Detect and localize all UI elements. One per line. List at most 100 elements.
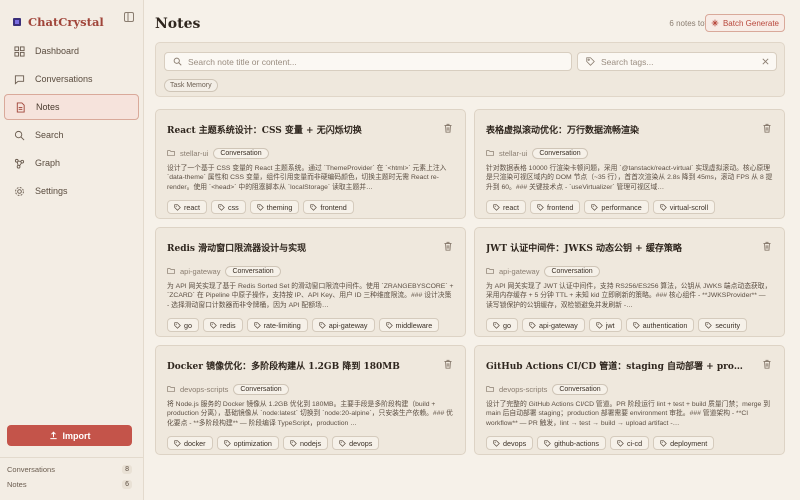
tag-label: docker — [184, 438, 206, 448]
note-tag[interactable]: rate-limiting — [246, 318, 308, 332]
note-meta: devops-scripts Conversation — [486, 383, 773, 395]
tag-label: optimization — [233, 438, 272, 448]
note-source: devops-scripts — [499, 384, 548, 394]
trash-icon[interactable] — [443, 359, 453, 369]
search-icon — [173, 57, 182, 66]
sidebar-item-settings[interactable]: Settings — [4, 178, 139, 204]
note-tag[interactable]: go — [486, 318, 518, 332]
tag-icon — [253, 321, 261, 329]
note-tag[interactable]: devops — [486, 436, 534, 450]
page-title: Notes — [155, 16, 201, 32]
note-tag[interactable]: middleware — [378, 318, 440, 332]
sidebar-stats: Conversations 8 Notes 6 — [0, 457, 144, 492]
sidebar-item-dashboard[interactable]: Dashboard — [4, 38, 139, 64]
note-tag[interactable]: github-actions — [537, 436, 606, 450]
trash-icon[interactable] — [762, 359, 772, 369]
tag-icon — [537, 203, 544, 211]
sidebar-item-graph[interactable]: Graph — [4, 150, 139, 176]
tag-icon — [660, 439, 667, 447]
tag-label: devops — [349, 438, 373, 448]
app-brand[interactable]: ChatCrystal — [0, 0, 143, 34]
note-tag[interactable]: frontend — [529, 200, 581, 214]
note-tag[interactable]: css — [210, 200, 246, 214]
note-title[interactable]: Docker 镜像优化：多阶段构建从 1.2GB 降到 180MB — [167, 359, 427, 372]
note-card[interactable]: Docker 镜像优化：多阶段构建从 1.2GB 降到 180MB devops-… — [155, 345, 466, 455]
note-tag[interactable]: react — [167, 200, 207, 214]
note-tag[interactable]: api-gateway — [522, 318, 585, 332]
note-card[interactable]: 表格虚拟滚动优化：万行数据流畅渲染 stellar-ui Conversation 针… — [474, 109, 785, 219]
trash-icon[interactable] — [762, 123, 772, 133]
note-tag[interactable]: nodejs — [282, 436, 329, 450]
sidebar-item-search[interactable]: Search — [4, 122, 139, 148]
import-button[interactable]: Import — [7, 425, 132, 446]
note-search-placeholder: Search note title or content... — [188, 56, 297, 67]
search-icon — [14, 130, 25, 140]
note-tag[interactable]: virtual-scroll — [652, 200, 716, 214]
note-tag[interactable]: jwt — [588, 318, 622, 332]
import-label: Import — [62, 430, 91, 441]
folder-icon — [167, 268, 175, 274]
tag-icon — [493, 321, 500, 329]
note-tag[interactable]: optimization — [216, 436, 279, 450]
note-tags: devops github-actions ci-cd deployment — [486, 436, 773, 450]
tag-label: go — [503, 320, 511, 330]
tag-icon — [339, 439, 346, 447]
note-search-input[interactable]: Search note title or content... — [164, 52, 572, 71]
note-tag[interactable]: react — [486, 200, 526, 214]
folder-icon — [486, 386, 494, 392]
note-card[interactable]: Redis 滑动窗口限流器设计与实现 api-gateway Conversatio… — [155, 227, 466, 337]
note-tag[interactable]: go — [167, 318, 199, 332]
note-tags: react frontend performance virtual-scroll — [486, 200, 773, 214]
note-tag[interactable]: api-gateway — [311, 318, 375, 332]
tag-label: nodejs — [299, 438, 322, 448]
trash-icon[interactable] — [443, 123, 453, 133]
sidebar-item-notes[interactable]: Notes — [4, 94, 139, 120]
note-excerpt: 为 API 网关实现了基于 Redis Sorted Set 的滑动窗口限流中间… — [167, 283, 454, 309]
note-excerpt: 将 Node.js 服务的 Docker 镜像从 1.2GB 优化到 180MB… — [167, 401, 453, 427]
note-tag[interactable]: ci-cd — [609, 436, 650, 450]
note-tag[interactable]: authentication — [625, 318, 695, 332]
note-tag[interactable]: docker — [167, 436, 213, 450]
tag-label: api-gateway — [328, 320, 368, 330]
tag-label: theming — [266, 202, 293, 212]
note-title[interactable]: React 主题系统设计：CSS 变量 + 无闪烁切换 — [167, 123, 427, 136]
note-tag[interactable]: devops — [332, 436, 380, 450]
tag-label: performance — [601, 202, 642, 212]
note-tag[interactable]: performance — [584, 200, 649, 214]
task-memory-filter-chip[interactable]: Task Memory — [164, 79, 218, 92]
note-card[interactable]: JWT 认证中间件：JWKS 动态公钥 + 缓存策略 api-gateway Con… — [474, 227, 785, 337]
clear-icon[interactable] — [761, 57, 770, 66]
note-tag[interactable]: redis — [203, 318, 243, 332]
tag-search-input[interactable]: Search tags... — [577, 52, 777, 71]
trash-icon[interactable] — [762, 241, 772, 251]
note-tag[interactable]: theming — [249, 200, 300, 214]
note-title[interactable]: JWT 认证中间件：JWKS 动态公钥 + 缓存策略 — [486, 241, 746, 254]
batch-generate-button[interactable]: Batch Generate — [705, 14, 785, 32]
tag-icon — [218, 203, 225, 211]
note-title[interactable]: GitHub Actions CI/CD 管道：staging 自动部署 + p… — [486, 359, 746, 372]
collapse-sidebar-icon[interactable] — [123, 11, 135, 23]
sidebar-item-label: Conversations — [35, 74, 93, 84]
tag-icon — [493, 203, 500, 211]
note-tag[interactable]: frontend — [303, 200, 354, 214]
stat-notes: Notes 6 — [0, 477, 144, 492]
sidebar-item-conversations[interactable]: Conversations — [4, 66, 139, 92]
tag-label: api-gateway — [539, 320, 578, 330]
tag-icon — [290, 439, 297, 447]
tag-icon — [529, 321, 536, 329]
note-card[interactable]: React 主题系统设计：CSS 变量 + 无闪烁切换 stellar-ui Con… — [155, 109, 466, 219]
tag-label: css — [227, 202, 239, 212]
app-name: ChatCrystal — [28, 15, 104, 29]
tag-icon — [660, 203, 667, 211]
note-tag[interactable]: security — [698, 318, 748, 332]
chat-bubble-icon — [14, 74, 25, 85]
gear-icon — [15, 186, 24, 196]
tag-icon — [385, 321, 393, 329]
note-card[interactable]: GitHub Actions CI/CD 管道：staging 自动部署 + p… — [474, 345, 785, 455]
note-title[interactable]: Redis 滑动窗口限流器设计与实现 — [167, 241, 427, 254]
note-source: api-gateway — [499, 266, 540, 276]
trash-icon[interactable] — [443, 241, 453, 251]
note-tag[interactable]: deployment — [653, 436, 715, 450]
dashboard-icon — [14, 45, 25, 57]
note-title[interactable]: 表格虚拟滚动优化：万行数据流畅渲染 — [486, 123, 746, 136]
